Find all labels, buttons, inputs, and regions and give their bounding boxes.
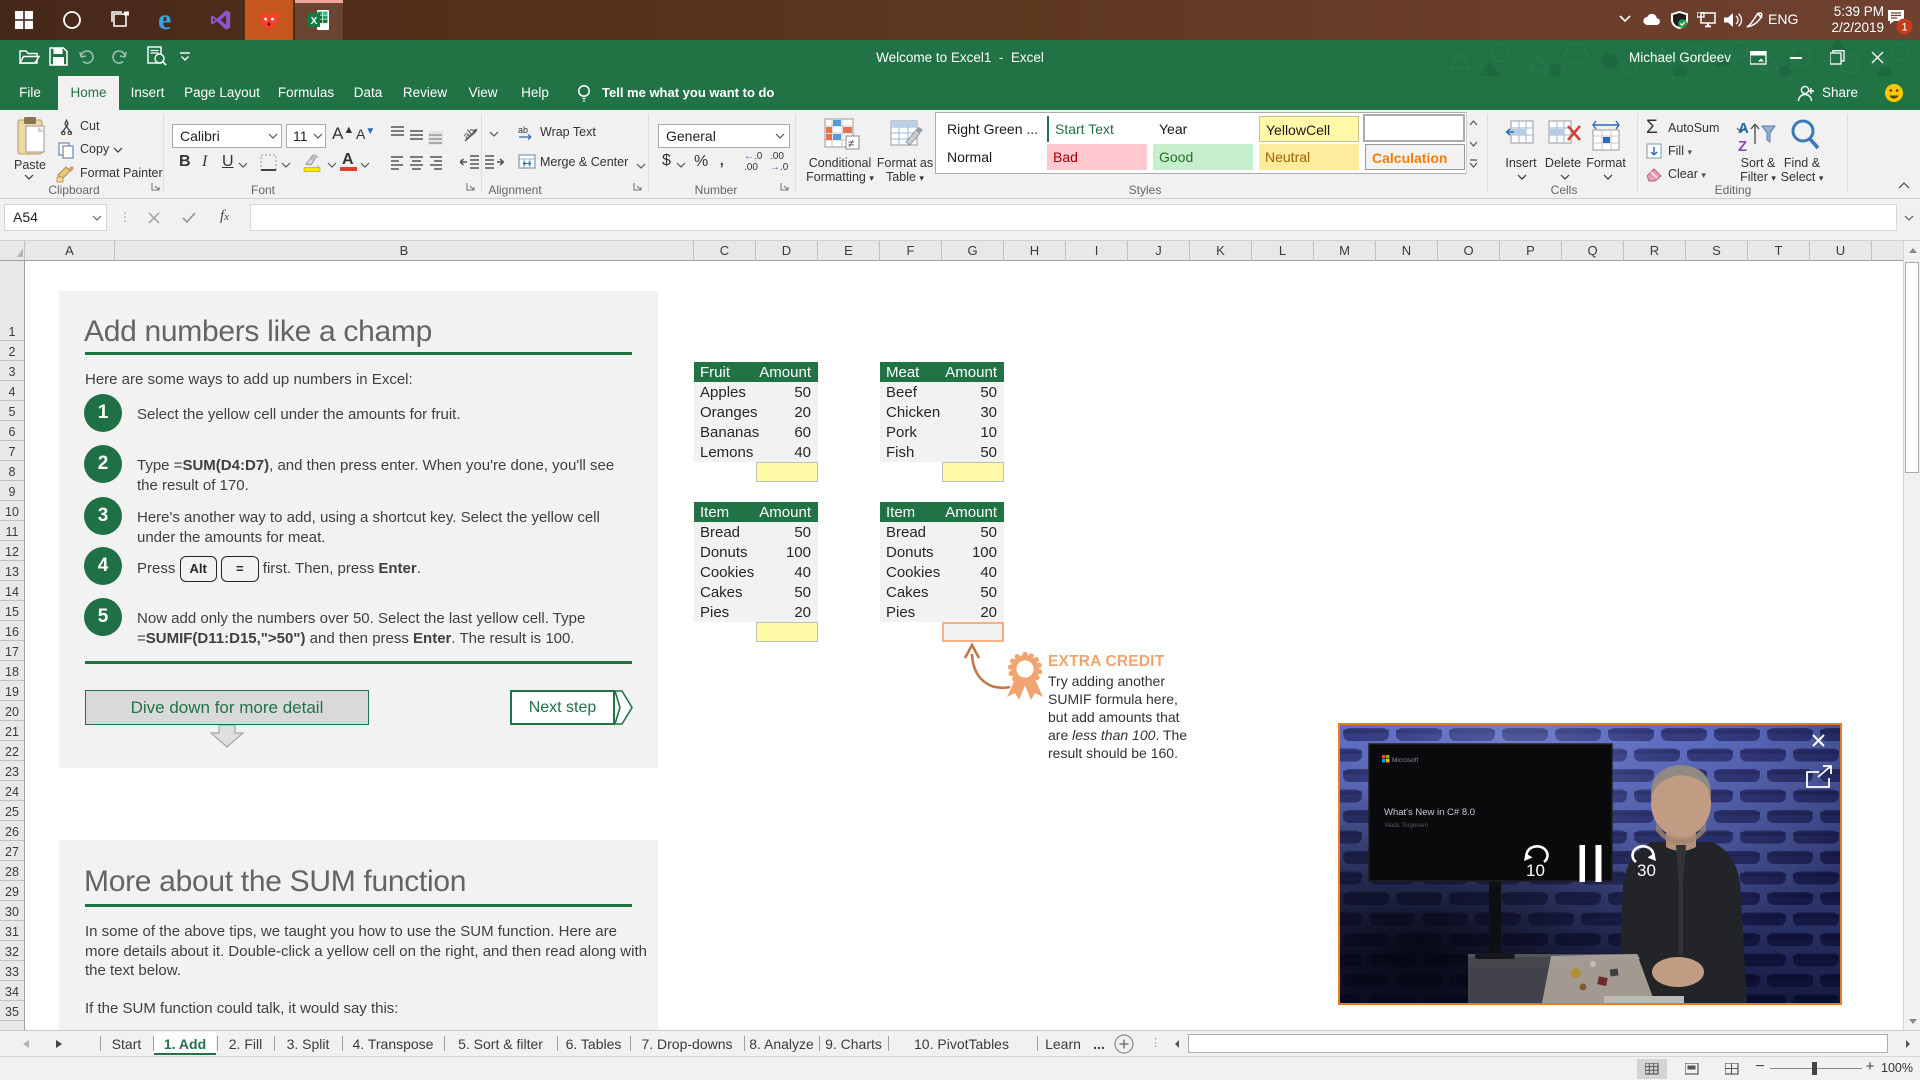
svg-text:≠: ≠: [848, 138, 854, 150]
svg-text:What's New in C# 8.0: What's New in C# 8.0: [1384, 807, 1475, 818]
svg-text:30: 30: [1637, 861, 1656, 880]
svg-text:X: X: [311, 16, 318, 27]
svg-text:Z: Z: [1738, 138, 1747, 154]
svg-text:10: 10: [1526, 861, 1545, 880]
svg-text:ab: ab: [518, 125, 528, 135]
svg-text:A: A: [1738, 120, 1749, 137]
svg-text:Microsoft: Microsoft: [1392, 757, 1419, 764]
svg-text:Mads Torgersen: Mads Torgersen: [1385, 823, 1428, 829]
svg-text:1: 1: [1901, 22, 1907, 34]
svg-text:ab: ab: [462, 126, 478, 143]
